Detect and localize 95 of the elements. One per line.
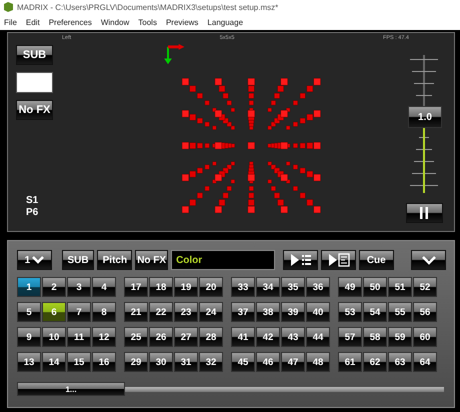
- place-button[interactable]: 33: [231, 277, 255, 297]
- place-button[interactable]: 53: [338, 302, 362, 322]
- place-button[interactable]: 24: [199, 302, 223, 322]
- place-button[interactable]: 29: [124, 352, 148, 372]
- place-button[interactable]: 15: [67, 352, 91, 372]
- caret-icon: [32, 256, 44, 264]
- place-button[interactable]: 12: [92, 327, 116, 347]
- menu-item[interactable]: Previews: [166, 18, 198, 26]
- no-fx-button[interactable]: No FX: [16, 100, 53, 120]
- place-button[interactable]: 22: [149, 302, 173, 322]
- speed-track[interactable]: 1.0: [404, 55, 444, 193]
- place-button[interactable]: 58: [363, 327, 387, 347]
- place-button[interactable]: 23: [174, 302, 198, 322]
- place-button[interactable]: 20: [199, 277, 223, 297]
- toolbar-button[interactable]: No FX: [135, 250, 168, 270]
- place-button[interactable]: 18: [149, 277, 173, 297]
- place-button[interactable]: 48: [306, 352, 330, 372]
- place-button[interactable]: 55: [388, 302, 412, 322]
- place-button[interactable]: 28: [199, 327, 223, 347]
- menu-item[interactable]: Edit: [26, 18, 40, 26]
- place-button[interactable]: 52: [413, 277, 437, 297]
- place-button[interactable]: 8: [92, 302, 116, 322]
- place-button[interactable]: 32: [199, 352, 223, 372]
- play-list-icon: [290, 253, 312, 267]
- storage-place-label: S1 P6: [26, 195, 40, 219]
- menu-item[interactable]: Preferences: [48, 18, 92, 26]
- sub-button[interactable]: SUB: [16, 45, 53, 65]
- pause-icon: [420, 207, 428, 219]
- place-button[interactable]: 31: [174, 352, 198, 372]
- menu-item[interactable]: Window: [100, 18, 130, 26]
- pause-button[interactable]: [406, 203, 442, 223]
- caret-icon: [422, 256, 436, 264]
- place-button[interactable]: 16: [92, 352, 116, 372]
- speed-slider-thumb[interactable]: 1.0: [408, 106, 442, 128]
- toolbar-button[interactable]: Pitch: [97, 250, 132, 270]
- place-button[interactable]: 44: [306, 327, 330, 347]
- app-icon: [4, 2, 13, 12]
- menu-item[interactable]: Language: [207, 18, 244, 26]
- place-button[interactable]: 39: [281, 302, 305, 322]
- place-button[interactable]: 26: [149, 327, 173, 347]
- place-button[interactable]: 50: [363, 277, 387, 297]
- window-title: MADRIX - C:\Users\PRGLV\Documents\MADRIX3\setups\test setup.msz*: [17, 2, 278, 12]
- place-button[interactable]: 4: [92, 277, 116, 297]
- storage-dropdown[interactable]: 1: [17, 250, 52, 270]
- menu-item[interactable]: File: [4, 18, 17, 26]
- place-button[interactable]: 19: [174, 277, 198, 297]
- place-button[interactable]: 40: [306, 302, 330, 322]
- place-button[interactable]: 41: [231, 327, 255, 347]
- menu-item[interactable]: Tools: [138, 18, 157, 26]
- place-button[interactable]: 5: [17, 302, 41, 322]
- place-button[interactable]: 2: [42, 277, 66, 297]
- step-list-button[interactable]: [321, 250, 356, 270]
- place-button[interactable]: 37: [231, 302, 255, 322]
- effect-field[interactable]: Color: [171, 250, 276, 270]
- place-button[interactable]: 43: [281, 327, 305, 347]
- place-button[interactable]: 57: [338, 327, 362, 347]
- place-button[interactable]: 25: [124, 327, 148, 347]
- toolbar-button[interactable]: SUB: [62, 250, 94, 270]
- place-button[interactable]: 9: [17, 327, 41, 347]
- place-button[interactable]: 42: [256, 327, 280, 347]
- place-button[interactable]: 27: [174, 327, 198, 347]
- place-button[interactable]: 3: [67, 277, 91, 297]
- place-button[interactable]: 47: [281, 352, 305, 372]
- scrollbar-track[interactable]: [125, 386, 444, 392]
- place-button[interactable]: 17: [124, 277, 148, 297]
- place-button[interactable]: 14: [42, 352, 66, 372]
- place-button[interactable]: 64: [413, 352, 437, 372]
- place-button[interactable]: 21: [124, 302, 148, 322]
- place-button[interactable]: 30: [149, 352, 173, 372]
- place-button[interactable]: 54: [363, 302, 387, 322]
- place-button[interactable]: 59: [388, 327, 412, 347]
- place-button[interactable]: 1: [17, 277, 41, 297]
- place-button[interactable]: 46: [256, 352, 280, 372]
- place-button[interactable]: 62: [363, 352, 387, 372]
- color-swatch[interactable]: [16, 72, 53, 93]
- step-list-icon: [328, 253, 350, 267]
- place-button[interactable]: 61: [338, 352, 362, 372]
- place-button[interactable]: 60: [413, 327, 437, 347]
- expand-button[interactable]: [411, 250, 446, 270]
- play-list-button[interactable]: [283, 250, 318, 270]
- place-button[interactable]: 51: [388, 277, 412, 297]
- place-button[interactable]: 11: [67, 327, 91, 347]
- place-button[interactable]: 35: [281, 277, 305, 297]
- place-button[interactable]: 63: [388, 352, 412, 372]
- place-button[interactable]: 13: [17, 352, 41, 372]
- place-button[interactable]: 45: [231, 352, 255, 372]
- scrollbar-thumb[interactable]: 1...: [17, 382, 125, 396]
- place-button[interactable]: 49: [338, 277, 362, 297]
- place-button[interactable]: 38: [256, 302, 280, 322]
- place-button[interactable]: 36: [306, 277, 330, 297]
- place-button[interactable]: 10: [42, 327, 66, 347]
- place-button[interactable]: 56: [413, 302, 437, 322]
- cue-button[interactable]: Cue: [358, 250, 394, 270]
- place-button[interactable]: 7: [67, 302, 91, 322]
- place-button[interactable]: 34: [256, 277, 280, 297]
